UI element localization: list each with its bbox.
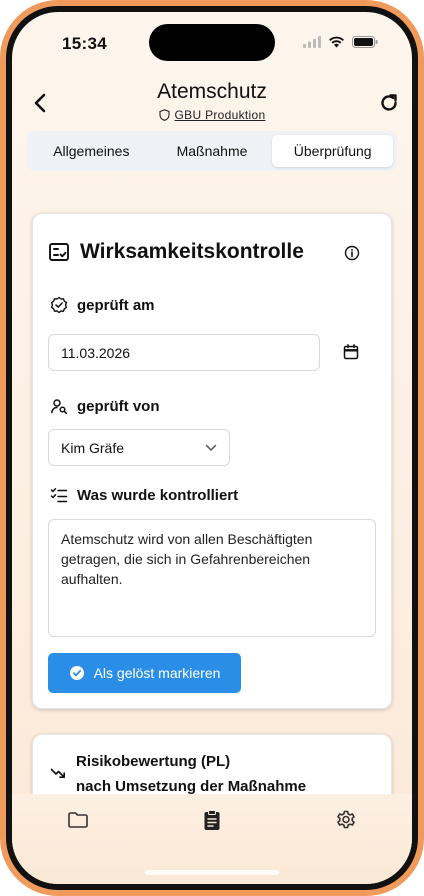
screen: 15:34 Atemschutz GBU Produktion Allgemei bbox=[12, 12, 412, 884]
card-title: Wirksamkeitskontrolle bbox=[48, 240, 304, 264]
status-icons bbox=[303, 36, 378, 48]
calendar-icon[interactable] bbox=[342, 343, 360, 361]
trend-down-icon bbox=[50, 768, 65, 778]
tab-massnahme[interactable]: Maßnahme bbox=[152, 135, 273, 167]
list-check-icon bbox=[50, 488, 68, 503]
tab-bar: Allgemeines Maßnahme Überprüfung bbox=[27, 131, 397, 171]
chevron-down-icon bbox=[205, 444, 217, 451]
what-checked-label: Was wurde kontrolliert bbox=[50, 486, 238, 504]
checked-by-label-text: geprüft von bbox=[77, 397, 160, 415]
date-input[interactable]: 11.03.2026 bbox=[48, 334, 320, 371]
tab-allgemeines[interactable]: Allgemeines bbox=[31, 135, 152, 167]
checked-on-label-text: geprüft am bbox=[77, 296, 155, 314]
folder-icon[interactable] bbox=[67, 809, 89, 831]
shield-icon bbox=[158, 109, 170, 121]
cellular-icon bbox=[303, 36, 321, 48]
clipboard-icon[interactable] bbox=[201, 809, 223, 831]
tab-ueberpruefung[interactable]: Überprüfung bbox=[272, 135, 394, 167]
gear-icon[interactable] bbox=[335, 809, 357, 831]
battery-icon bbox=[352, 36, 378, 48]
user-search-icon bbox=[51, 399, 68, 415]
gbu-link[interactable]: GBU Produktion bbox=[175, 108, 266, 122]
card-title-text: Wirksamkeitskontrolle bbox=[80, 240, 304, 263]
checked-by-label: geprüft von bbox=[50, 397, 160, 415]
badge-check-icon bbox=[50, 296, 68, 314]
risk-card-title-line1: Risikobewertung (PL) bbox=[76, 753, 231, 770]
page-title: Atemschutz bbox=[157, 80, 267, 103]
checked-by-value: Kim Gräfe bbox=[61, 439, 125, 456]
resolve-button-label: Als gelöst markieren bbox=[93, 665, 221, 681]
checked-on-label: geprüft am bbox=[50, 296, 155, 314]
info-icon[interactable] bbox=[344, 245, 360, 261]
wifi-icon bbox=[329, 36, 344, 48]
what-checked-label-text: Was wurde kontrolliert bbox=[77, 486, 239, 504]
home-indicator bbox=[145, 870, 279, 875]
resolve-button[interactable]: Als gelöst markieren bbox=[48, 653, 241, 693]
risk-card-title: Risikobewertung (PL) nach Umsetzung der … bbox=[76, 749, 306, 799]
refresh-icon[interactable] bbox=[378, 92, 400, 114]
checklist-icon bbox=[49, 243, 69, 261]
status-time: 15:34 bbox=[62, 34, 107, 53]
subtitle: GBU Produktion bbox=[12, 108, 412, 122]
dynamic-island bbox=[149, 24, 275, 61]
check-circle-icon bbox=[69, 666, 84, 680]
checked-by-select[interactable]: Kim Gräfe bbox=[48, 429, 230, 466]
what-checked-textarea[interactable]: Atemschutz wird von allen Beschäftigten … bbox=[48, 519, 376, 637]
